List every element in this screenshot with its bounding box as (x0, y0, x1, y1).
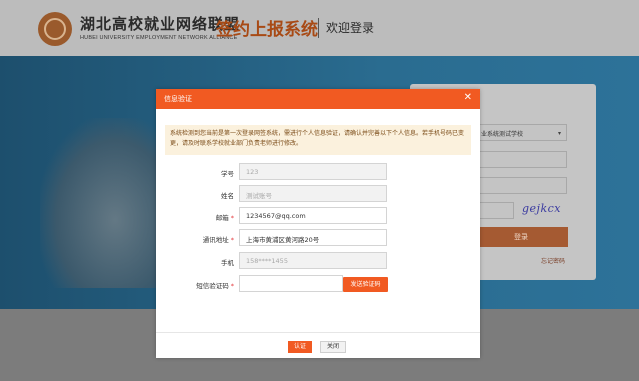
email-field[interactable]: 1234567@qq.com (239, 207, 387, 224)
dialog-header: 信息验证 ✕ (156, 89, 480, 109)
address-field[interactable]: 上海市黄浦区黄河路20号 (239, 229, 387, 246)
email-label: 邮箱 * (215, 214, 234, 222)
student-id-label: 学号 (221, 170, 234, 178)
student-id-field: 123 (239, 163, 387, 180)
org-name-en: HUBEI UNIVERSITY EMPLOYMENT NETWORK ALLI… (80, 35, 238, 41)
confirm-button[interactable]: 认证 (288, 341, 312, 353)
cancel-button[interactable]: 关闭 (320, 341, 346, 353)
captcha-image[interactable]: gejkcx (522, 202, 568, 219)
school-select[interactable]: 业系统测试学校 (474, 124, 567, 141)
phone-field: 158****1455 (239, 252, 387, 269)
welcome-text: 欢迎登录 (326, 21, 375, 35)
forgot-password-link[interactable]: 忘记密码 (541, 256, 565, 265)
phone-label: 手机 (221, 259, 234, 267)
close-icon[interactable]: ✕ (464, 92, 472, 104)
login-button[interactable]: 登录 (474, 227, 568, 247)
send-code-button[interactable]: 发送验证码 (343, 277, 388, 292)
captcha-input[interactable] (474, 202, 514, 219)
system-title: 签约上报系统 (216, 20, 318, 40)
sms-code-label: 短信验证码 * (196, 282, 234, 290)
password-input[interactable] (474, 177, 567, 194)
alliance-logo-icon (38, 12, 72, 46)
dialog-title: 信息验证 (164, 95, 192, 103)
info-verify-dialog: 信息验证 ✕ 系统检测到您当前是第一次登录网签系统，需进行个人信息验证，请确认并… (156, 89, 480, 358)
address-label: 通讯地址 * (202, 236, 234, 244)
name-label: 姓名 (221, 192, 234, 200)
sms-code-input[interactable] (239, 275, 343, 292)
verification-notice: 系统检测到您当前是第一次登录网签系统，需进行个人信息验证，请确认并完善以下个人信… (165, 125, 471, 155)
dialog-footer-divider (156, 332, 480, 333)
name-field: 测试账号 (239, 185, 387, 202)
caret-down-icon: ▾ (558, 130, 562, 137)
site-header: 湖北高校就业网络联盟 HUBEI UNIVERSITY EMPLOYMENT N… (0, 0, 639, 56)
header-divider (318, 18, 319, 38)
username-input[interactable] (474, 151, 567, 168)
